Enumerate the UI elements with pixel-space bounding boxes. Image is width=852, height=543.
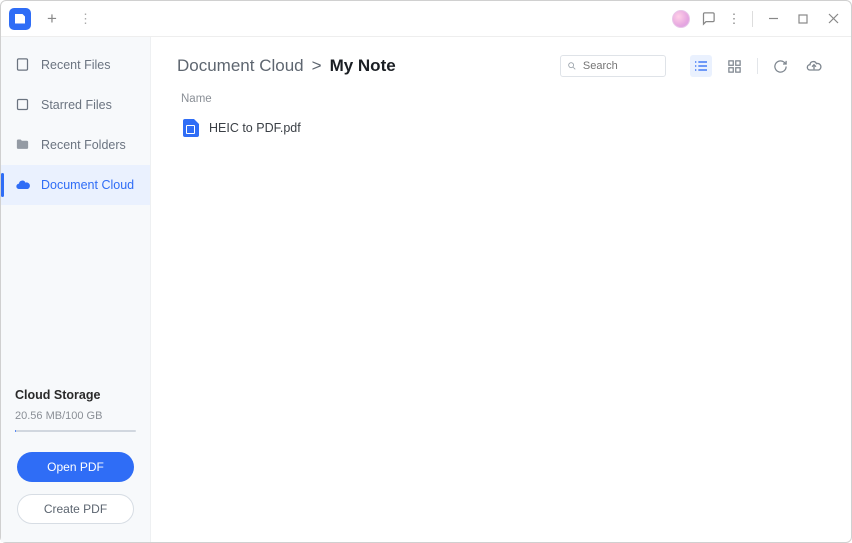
sidebar-item-recent-folders[interactable]: Recent Folders — [1, 125, 150, 165]
search-input[interactable] — [583, 60, 659, 72]
search-icon — [567, 60, 577, 72]
window-maximize-button[interactable] — [793, 9, 813, 29]
tab-more-button[interactable]: ⋮ — [73, 11, 98, 27]
star-icon — [15, 97, 31, 113]
sidebar-item-label: Recent Folders — [41, 138, 126, 152]
breadcrumb-separator: > — [312, 56, 322, 76]
sidebar-item-label: Recent Files — [41, 58, 110, 72]
breadcrumb: Document Cloud > My Note — [177, 56, 396, 76]
sidebar-item-starred-files[interactable]: Starred Files — [1, 85, 150, 125]
sidebar-item-recent-files[interactable]: Recent Files — [1, 45, 150, 85]
storage-bar-fill — [15, 430, 16, 432]
titlebar-separator — [752, 11, 753, 27]
view-list-button[interactable] — [690, 55, 712, 77]
sidebar-item-label: Document Cloud — [41, 178, 134, 192]
view-grid-button[interactable] — [724, 56, 745, 77]
cloud-icon — [15, 177, 31, 193]
storage-title: Cloud Storage — [15, 388, 136, 402]
pdf-file-icon — [183, 119, 199, 137]
open-pdf-button[interactable]: Open PDF — [17, 452, 134, 482]
breadcrumb-current: My Note — [330, 56, 396, 76]
sidebar: Recent Files Starred Files Recent Folder… — [1, 37, 151, 542]
storage-value: 20.56 MB/100 GB — [15, 410, 136, 422]
breadcrumb-root[interactable]: Document Cloud — [177, 56, 304, 76]
user-avatar[interactable] — [672, 10, 690, 28]
file-name: HEIC to PDF.pdf — [209, 121, 301, 135]
sidebar-item-label: Starred Files — [41, 98, 112, 112]
window-minimize-button[interactable] — [763, 9, 783, 29]
window-close-button[interactable] — [823, 9, 843, 29]
app-logo — [9, 8, 31, 30]
storage-panel: Cloud Storage 20.56 MB/100 GB — [1, 388, 150, 442]
upload-button[interactable] — [803, 55, 825, 77]
kebab-menu-icon[interactable]: ⋮ — [726, 11, 742, 27]
refresh-button[interactable] — [770, 56, 791, 77]
sidebar-item-document-cloud[interactable]: Document Cloud — [1, 165, 150, 205]
column-header-name[interactable]: Name — [177, 87, 825, 115]
search-box[interactable] — [560, 55, 666, 77]
new-tab-button[interactable]: + — [41, 10, 63, 27]
create-pdf-button[interactable]: Create PDF — [17, 494, 134, 524]
file-row[interactable]: HEIC to PDF.pdf — [177, 115, 825, 141]
main-content: Document Cloud > My Note — [151, 37, 851, 542]
toolbar-separator — [757, 58, 758, 74]
titlebar: + ⋮ ⋮ — [1, 1, 851, 37]
storage-bar — [15, 430, 136, 432]
clock-file-icon — [15, 57, 31, 73]
folder-icon — [15, 137, 31, 153]
comment-icon[interactable] — [700, 11, 716, 27]
